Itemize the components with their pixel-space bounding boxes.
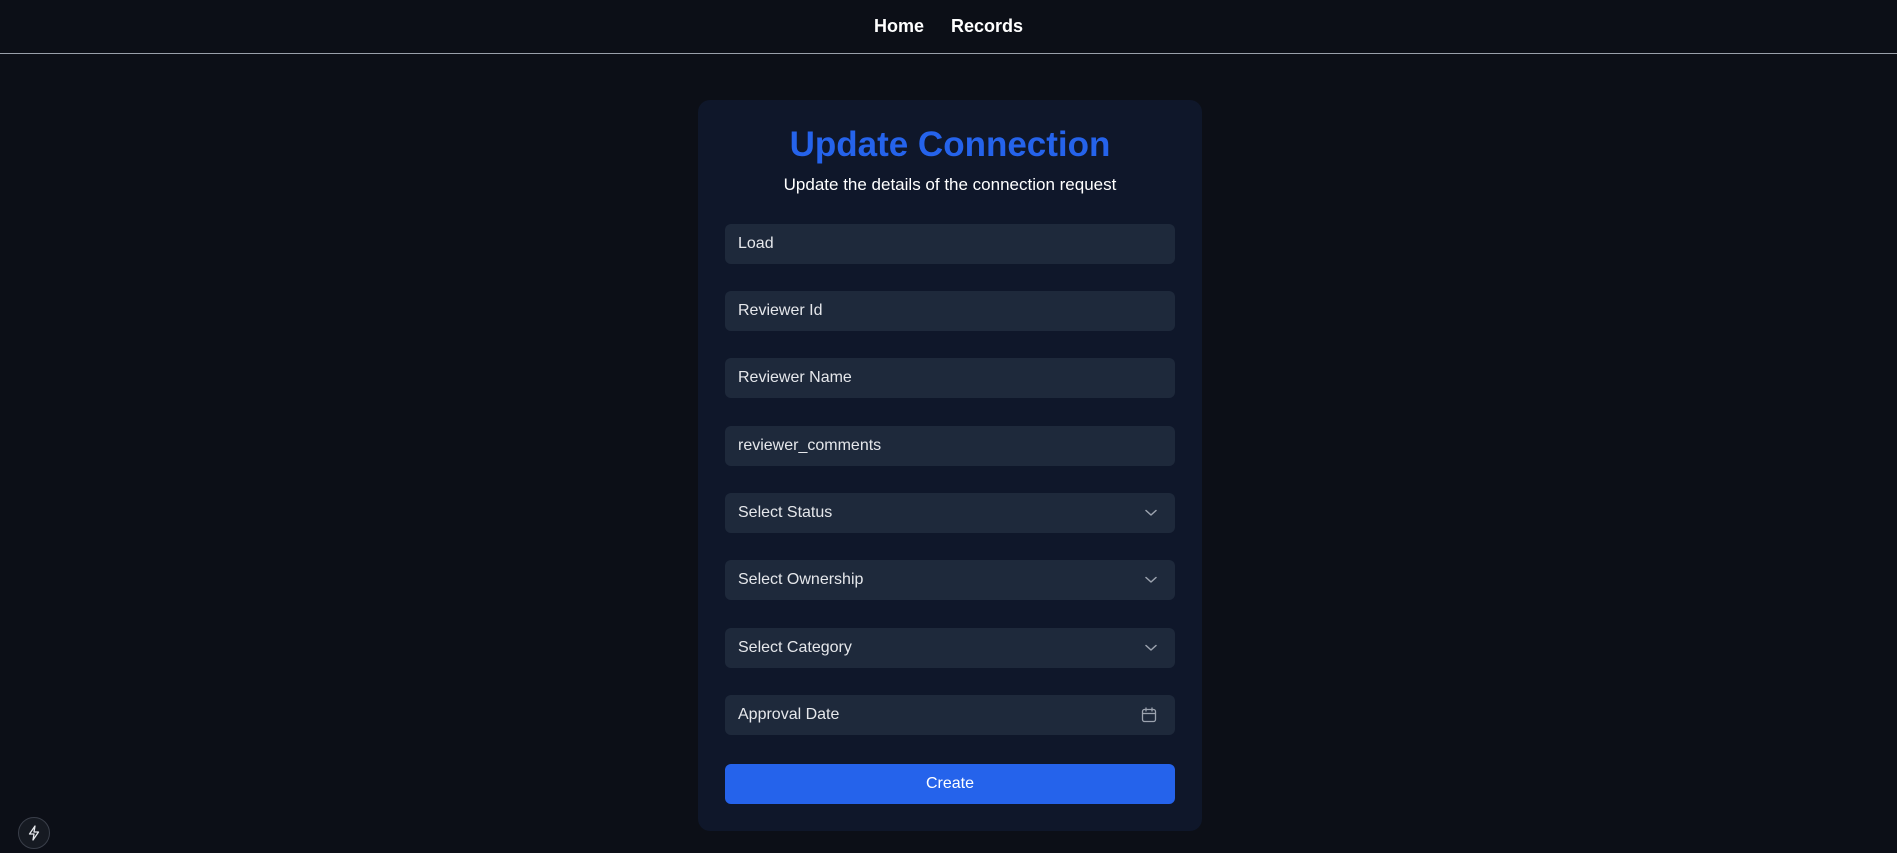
status-select[interactable]: Select Status (725, 493, 1175, 533)
chevron-down-icon (1144, 641, 1158, 655)
update-connection-form: Update Connection Update the details of … (698, 100, 1202, 831)
load-placeholder: Load (738, 235, 774, 252)
category-select-label: Select Category (738, 639, 852, 656)
reviewer-name-input[interactable]: Reviewer Name (725, 358, 1175, 398)
category-select[interactable]: Select Category (725, 628, 1175, 668)
nav-records-link[interactable]: Records (951, 16, 1023, 37)
calendar-icon[interactable] (1140, 706, 1158, 724)
chevron-down-icon (1144, 573, 1158, 587)
reviewer-comments-placeholder: reviewer_comments (738, 437, 882, 454)
top-navigation: Home Records (0, 0, 1897, 54)
reviewer-id-placeholder: Reviewer Id (738, 302, 823, 319)
approval-date-label: Approval Date (738, 706, 840, 723)
load-input[interactable]: Load (725, 224, 1175, 264)
nav-links: Home Records (874, 16, 1023, 37)
form-title: Update Connection (789, 125, 1111, 164)
status-select-label: Select Status (738, 504, 833, 521)
ownership-select[interactable]: Select Ownership (725, 560, 1175, 600)
form-subtitle: Update the details of the connection req… (783, 175, 1117, 194)
nav-home-link[interactable]: Home (874, 16, 924, 37)
lightning-button[interactable] (18, 817, 50, 849)
chevron-down-icon (1144, 506, 1158, 520)
create-button[interactable]: Create (725, 764, 1175, 804)
approval-date-picker[interactable]: Approval Date (725, 695, 1175, 735)
ownership-select-label: Select Ownership (738, 571, 864, 588)
reviewer-id-input[interactable]: Reviewer Id (725, 291, 1175, 331)
reviewer-name-placeholder: Reviewer Name (738, 369, 852, 386)
reviewer-comments-input[interactable]: reviewer_comments (725, 426, 1175, 466)
lightning-icon (27, 825, 41, 841)
